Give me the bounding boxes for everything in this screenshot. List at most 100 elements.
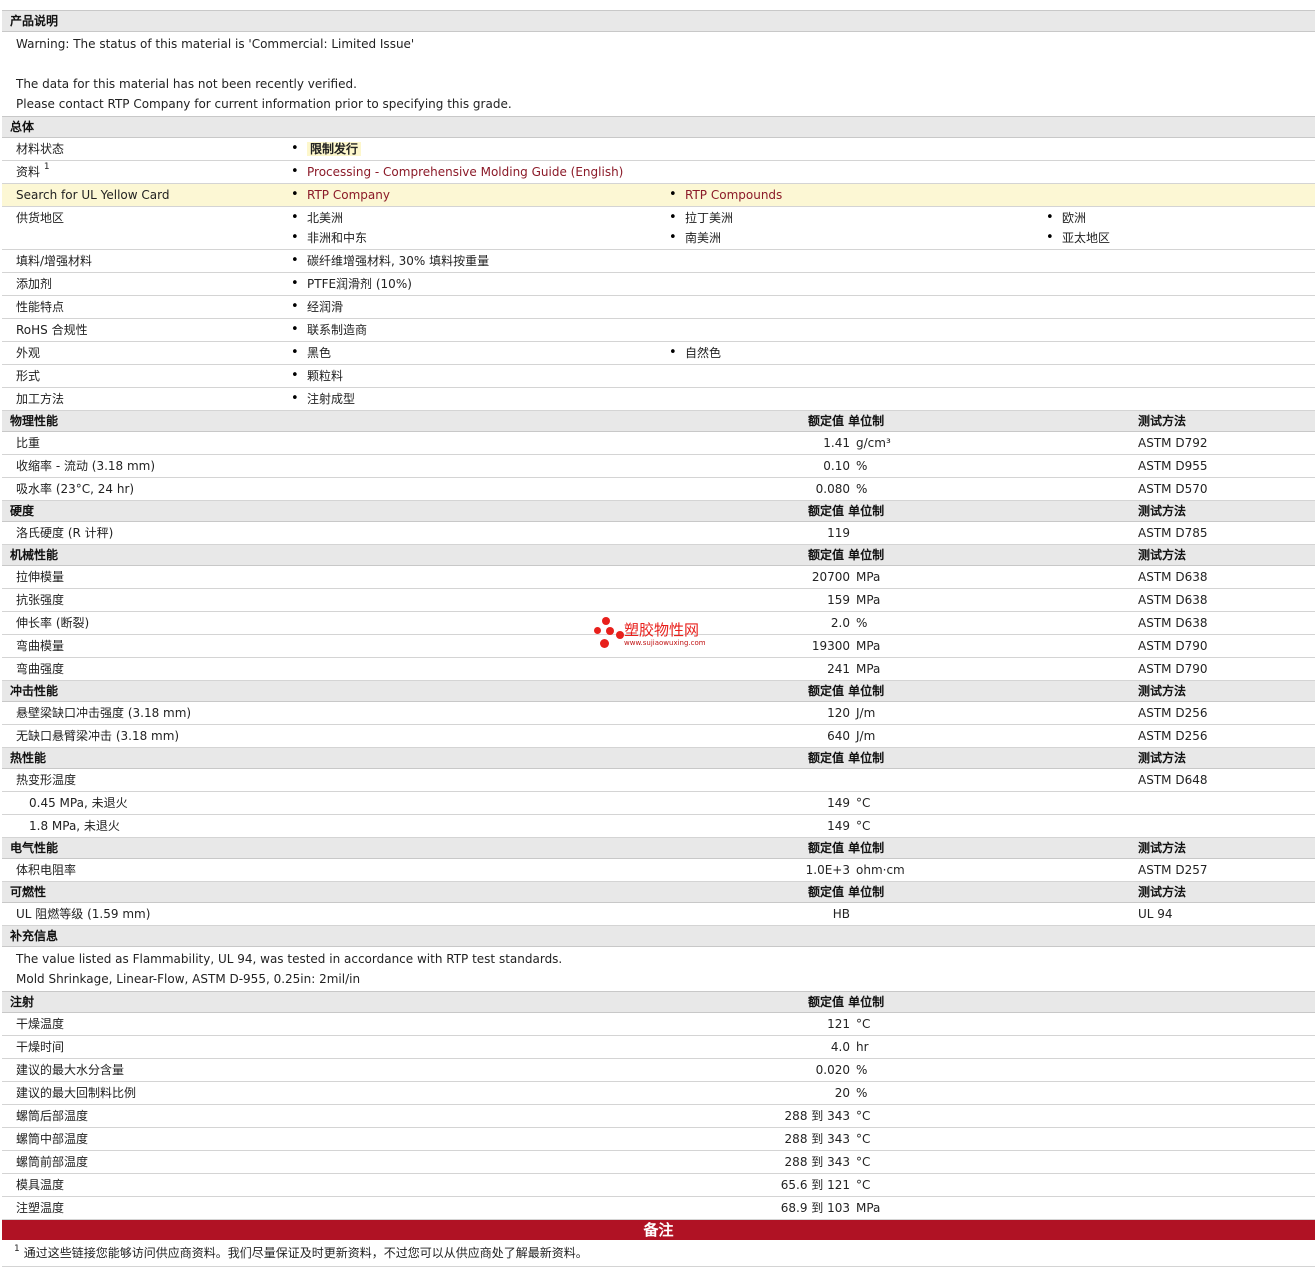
property-value: 149 [827,819,850,833]
section-title: 总体 [10,120,35,134]
row-label: 填料/增强材料 [16,254,93,268]
property-row: 干燥时间 4.0 hr [2,1036,1315,1059]
row-value: 碳纤维增强材料, 30% 填料按重量 [291,250,489,272]
section-header-hardness: 硬度 额定值 单位制 测试方法 [2,501,1315,522]
column-header-method: 测试方法 [1138,841,1187,855]
rtp-company-link[interactable]: RTP Company [291,184,390,206]
section-header-injection: 注射 额定值 单位制 [2,992,1315,1013]
property-label: 收缩率 - 流动 (3.18 mm) [16,459,156,473]
test-method: ASTM D790 [1138,662,1208,676]
section-title: 可燃性 [10,885,47,899]
section-title: 电气性能 [10,841,59,855]
property-value: 68.9 到 103 [780,1201,850,1215]
property-label: 建议的最大水分含量 [16,1063,125,1077]
property-unit: MPa [856,570,881,584]
property-label: 建议的最大回制料比例 [16,1086,137,1100]
molding-guide-link[interactable]: Processing - Comprehensive Molding Guide… [291,161,623,183]
row-label: 供货地区 [16,211,65,225]
section-title: 硬度 [10,504,35,518]
section-title: 机械性能 [10,548,59,562]
footnote: 1 通过这些链接您能够访问供应商资料。我们尽量保证及时更新资料，不过您可以从供应商… [2,1240,1315,1267]
property-row: 体积电阻率 1.0E+3 ohm·cm ASTM D257 [2,859,1315,882]
row-value: 联系制造商 [291,319,367,341]
property-unit: ohm·cm [856,863,905,877]
property-row: 热变形温度 ASTM D648 [2,769,1315,792]
row-material-status: 材料状态 限制发行 [2,138,1315,161]
top-spacer [2,0,1315,11]
test-method: ASTM D638 [1138,593,1208,607]
property-unit: °C [856,796,871,810]
property-row: 洛氏硬度 (R 计秤) 119 ASTM D785 [2,522,1315,545]
property-row: 悬壁梁缺口冲击强度 (3.18 mm) 120 J/m ASTM D256 [2,702,1315,725]
property-label: 悬壁梁缺口冲击强度 (3.18 mm) [16,706,192,720]
row-processing: 加工方法 注射成型 [2,388,1315,411]
row-ul-yellow-card: Search for UL Yellow Card RTP Company RT… [2,184,1315,207]
property-row: 干燥温度 121 °C [2,1013,1315,1036]
row-label: 加工方法 [16,392,65,406]
property-label: UL 阻燃等级 (1.59 mm) [16,907,151,921]
property-label: 螺筒后部温度 [16,1109,89,1123]
row-appearance: 外观 黑色 自然色 [2,342,1315,365]
row-label: 添加剂 [16,277,53,291]
watermark-name: 塑胶物性网 [624,621,700,639]
property-value: 0.020 [815,1063,850,1077]
row-label: Search for UL Yellow Card [16,188,170,202]
row-value: 经润滑 [291,296,343,318]
test-method: ASTM D256 [1138,729,1208,743]
property-label: 伸长率 (断裂) [16,616,90,630]
section-header-mechanical: 机械性能 额定值 单位制 测试方法 [2,545,1315,566]
section-title: 热性能 [10,751,47,765]
status-badge: 限制发行 [307,142,362,156]
property-value: 149 [827,796,850,810]
property-label: 模具温度 [16,1178,65,1192]
column-header-value-unit: 额定值 单位制 [808,995,885,1009]
property-label: 吸水率 (23°C, 24 hr) [16,482,135,496]
region-item: 拉丁美洲 [669,207,733,229]
property-value: 288 到 343 [784,1109,850,1123]
region-item: 欧洲 [1046,207,1086,229]
property-unit: % [856,616,868,630]
property-label: 洛氏硬度 (R 计秤) [16,526,114,540]
rtp-compounds-link[interactable]: RTP Compounds [669,184,782,206]
watermark-url: www.sujiaowuxing.com [624,639,706,647]
property-row: UL 阻燃等级 (1.59 mm) HB UL 94 [2,903,1315,926]
row-label: 资料 1 [16,161,50,183]
test-method: ASTM D785 [1138,526,1208,540]
section-header-impact: 冲击性能 额定值 单位制 测试方法 [2,681,1315,702]
property-row: 收缩率 - 流动 (3.18 mm) 0.10% ASTM D955 [2,455,1315,478]
test-method: ASTM D256 [1138,706,1208,720]
property-value: 0.080 [815,482,850,496]
property-label: 弯曲模量 [16,639,65,653]
property-value: 121 [827,1017,850,1031]
footnote-ref: 1 [43,162,50,172]
column-header-method: 测试方法 [1138,684,1187,698]
test-method: ASTM D638 [1138,616,1208,630]
row-value: 自然色 [669,342,721,364]
supplement-text: The value listed as Flammability, UL 94,… [2,947,1315,992]
section-header-flammability: 可燃性 额定值 单位制 测试方法 [2,882,1315,903]
row-value: 注射成型 [291,388,355,410]
property-value: 288 到 343 [784,1155,850,1169]
property-value: 1.0E+3 [805,863,850,877]
property-value: 19300 [811,639,850,653]
section-title: 补充信息 [10,929,59,943]
test-method: ASTM D638 [1138,570,1208,584]
row-label: 材料状态 [16,142,65,156]
description-line [16,54,1301,74]
property-row: 螺筒中部温度 288 到 343 °C [2,1128,1315,1151]
property-label: 抗张强度 [16,593,65,607]
test-method: ASTM D790 [1138,639,1208,653]
column-header-value-unit: 额定值 单位制 [808,548,885,562]
property-row: 注塑温度 68.9 到 103 MPa [2,1197,1315,1220]
watermark-logo: 塑胶物性网 www.sujiaowuxing.com [594,617,734,653]
row-documents: 资料 1 Processing - Comprehensive Molding … [2,161,1315,184]
property-row: 螺筒后部温度 288 到 343 °C [2,1105,1315,1128]
property-row: 弯曲强度 241 MPa ASTM D790 [2,658,1315,681]
property-value: 288 到 343 [784,1132,850,1146]
property-value: 1.41 [823,436,850,450]
property-value: 120 [827,706,850,720]
injection-section: 注射 额定值 单位制 干燥温度 121 °C 干燥时间 4.0 hr 建议的最大水分含量 0.02… [2,992,1315,1220]
docs-label: 资料 [16,165,41,179]
row-rohs: RoHS 合规性 联系制造商 [2,319,1315,342]
region-item: 北美洲 [291,207,343,229]
